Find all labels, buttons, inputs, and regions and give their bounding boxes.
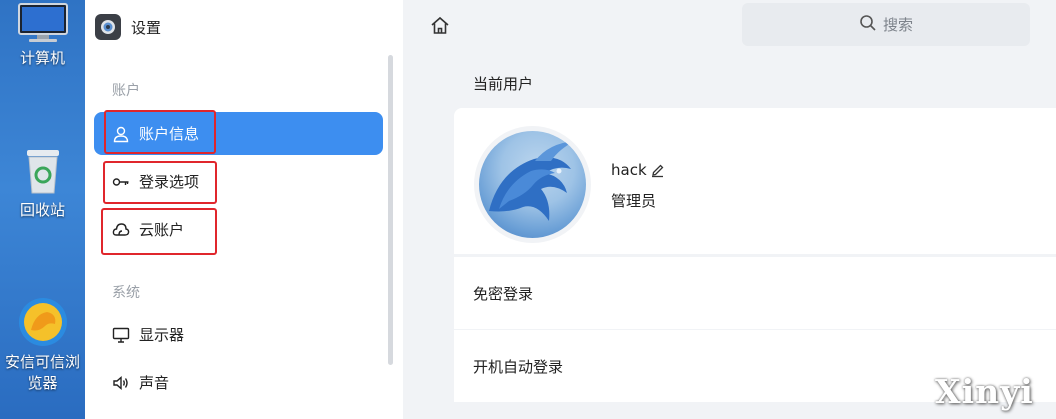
sidebar-item-login-options[interactable]: 登录选项: [94, 160, 383, 203]
trash-icon: [26, 150, 59, 194]
app-title: 设置: [131, 18, 162, 37]
passwordless-login-row[interactable]: 免密登录: [454, 257, 1056, 329]
row-label: 开机自动登录: [473, 357, 564, 376]
speaker-icon: [112, 374, 130, 392]
user-name: hack: [611, 161, 665, 179]
sidebar-item-cloud-account[interactable]: 云账户: [94, 208, 383, 251]
sidebar-item-label: 声音: [139, 374, 170, 392]
sidebar-item-display[interactable]: 显示器: [94, 313, 383, 356]
section-header-account: 账户: [112, 83, 140, 99]
watermark: Xinyi: [935, 372, 1034, 411]
user-icon: [112, 125, 130, 143]
home-button[interactable]: [428, 14, 452, 38]
sidebar-item-label: 显示器: [139, 326, 185, 344]
cloud-icon: [112, 221, 130, 239]
search-icon: [859, 14, 877, 36]
sidebar-scrollbar[interactable]: [388, 55, 393, 365]
desktop-icon-browser[interactable]: 安信可信浏 览器: [0, 296, 85, 394]
user-card: hack 管理员: [454, 108, 1056, 254]
browser-icon: [18, 298, 67, 346]
desktop-icon-label: 回收站: [19, 201, 65, 219]
monitor-icon: [17, 3, 68, 42]
settings-sidebar: 设置 账户 账户信息 登录选项 云账户 系统 显示器 声音: [85, 0, 403, 419]
row-label: 免密登录: [473, 284, 534, 303]
desktop-icon-label: 览器: [27, 374, 58, 392]
app-header: 设置: [95, 12, 161, 42]
key-icon: [112, 173, 130, 191]
section-header-system: 系统: [112, 285, 140, 301]
sidebar-item-label: 登录选项: [139, 173, 200, 191]
desktop-icon-label: 计算机: [19, 49, 65, 67]
current-user-title: 当前用户: [473, 75, 534, 93]
edit-pencil-icon[interactable]: [650, 163, 665, 178]
sidebar-item-label: 账户信息: [139, 125, 200, 143]
avatar[interactable]: [474, 126, 591, 243]
home-icon: [431, 16, 449, 34]
user-name-text: hack: [611, 161, 647, 179]
desktop-icon-label: 安信可信浏: [4, 353, 80, 371]
display-icon: [112, 326, 130, 344]
settings-app-icon: [95, 14, 121, 40]
desktop: 计算机 回收站 安信可信浏 览器: [0, 0, 85, 419]
desktop-icon-trash[interactable]: 回收站: [0, 146, 85, 221]
desktop-icon-computer[interactable]: 计算机: [0, 2, 85, 69]
search-box[interactable]: 搜索: [742, 3, 1030, 46]
dragon-avatar-icon: [489, 141, 575, 221]
sidebar-item-account-info[interactable]: 账户信息: [94, 112, 383, 155]
user-role: 管理员: [611, 192, 657, 210]
sidebar-item-label: 云账户: [139, 221, 185, 239]
main-content: 搜索 当前用户 hack 管理员 免密登录 开机自动登录 Xinyi: [403, 0, 1056, 419]
search-placeholder: 搜索: [882, 16, 913, 34]
sidebar-item-sound[interactable]: 声音: [94, 361, 383, 404]
